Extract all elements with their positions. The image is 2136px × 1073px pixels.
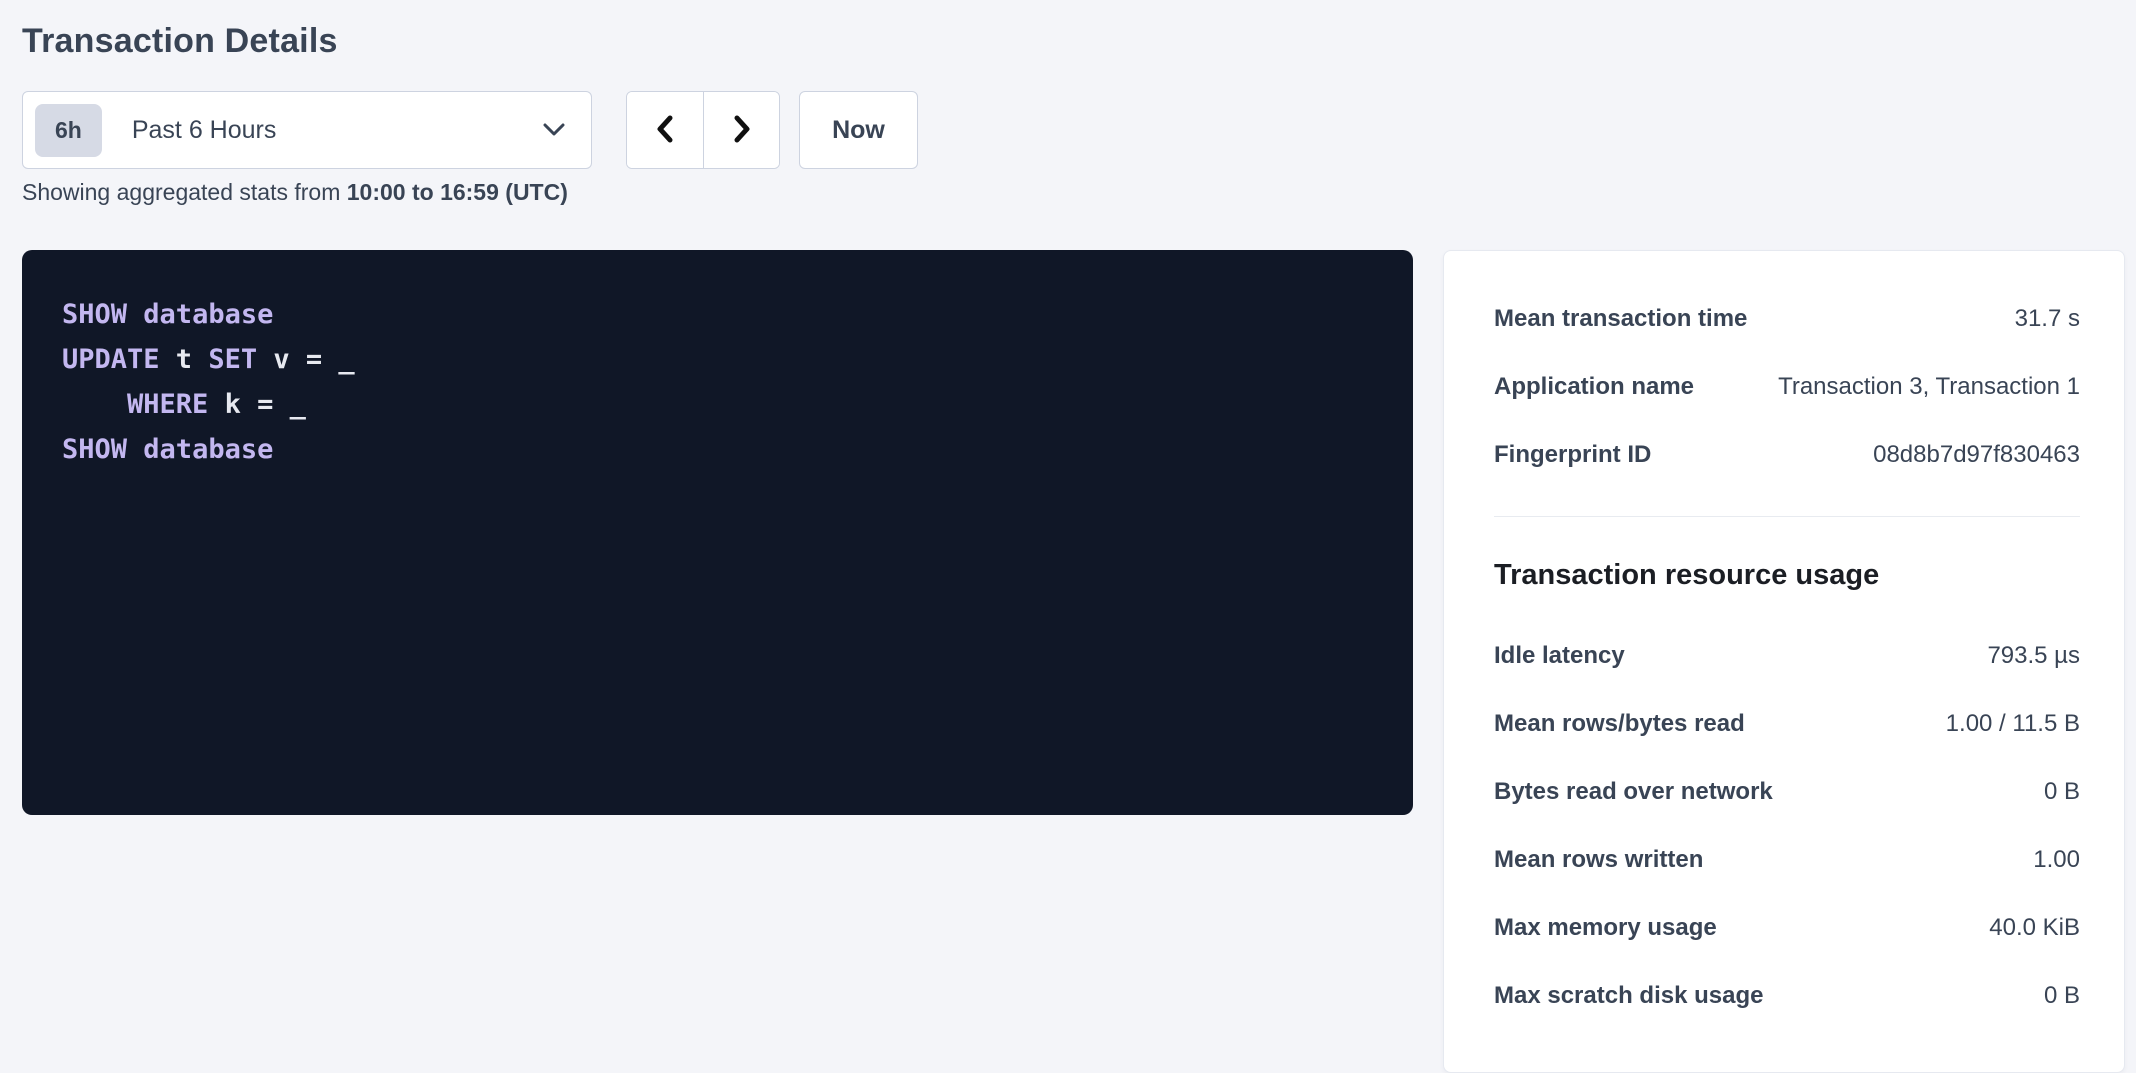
- stat-value: 0 B: [2044, 982, 2080, 1010]
- summary-stats-list: Mean transaction time 31.7 s Application…: [1494, 305, 2080, 473]
- stat-row: Mean rows written 1.00: [1494, 846, 2080, 878]
- stat-label: Mean rows written: [1494, 846, 1703, 874]
- stat-row: Fingerprint ID 08d8b7d97f830463: [1494, 441, 2080, 473]
- sql-statement-box: SHOW databaseUPDATE t SET v = _ WHERE k …: [22, 250, 1413, 815]
- aggregation-window-prefix: Showing aggregated stats from: [22, 179, 347, 205]
- stat-row: Idle latency 793.5 µs: [1494, 642, 2080, 674]
- stat-value: Transaction 3, Transaction 1: [1778, 373, 2080, 401]
- stat-value: 40.0 KiB: [1989, 914, 2080, 942]
- chevron-left-icon: [653, 113, 677, 148]
- stat-label: Mean rows/bytes read: [1494, 710, 1745, 738]
- stat-value: 793.5 µs: [1987, 642, 2080, 670]
- stat-label: Max scratch disk usage: [1494, 982, 1763, 1010]
- stat-value: 1.00: [2033, 846, 2080, 874]
- stat-value: 08d8b7d97f830463: [1873, 441, 2080, 469]
- stat-row: Mean transaction time 31.7 s: [1494, 305, 2080, 337]
- time-range-badge: 6h: [35, 104, 102, 157]
- aggregation-window-range: 10:00 to 16:59 (UTC): [347, 179, 568, 205]
- stat-row: Max scratch disk usage 0 B: [1494, 982, 2080, 1014]
- now-button[interactable]: Now: [799, 91, 918, 169]
- next-interval-button[interactable]: [703, 92, 779, 168]
- stat-value: 31.7 s: [2015, 305, 2080, 333]
- stat-value: 0 B: [2044, 778, 2080, 806]
- stat-label: Max memory usage: [1494, 914, 1717, 942]
- transaction-stats-card: Mean transaction time 31.7 s Application…: [1443, 250, 2125, 1073]
- stat-row: Max memory usage 40.0 KiB: [1494, 914, 2080, 946]
- time-range-label: Past 6 Hours: [132, 116, 543, 145]
- stat-label: Application name: [1494, 373, 1694, 401]
- time-step-button-group: [626, 91, 780, 169]
- sql-code: SHOW databaseUPDATE t SET v = _ WHERE k …: [62, 292, 1373, 472]
- resource-usage-heading: Transaction resource usage: [1494, 559, 2080, 592]
- chevron-right-icon: [730, 113, 754, 148]
- stat-label: Fingerprint ID: [1494, 441, 1651, 469]
- stat-label: Idle latency: [1494, 642, 1625, 670]
- aggregation-window-text: Showing aggregated stats from 10:00 to 1…: [22, 179, 2136, 206]
- sql-line: SHOW database: [62, 427, 1373, 472]
- stat-value: 1.00 / 11.5 B: [1946, 710, 2080, 738]
- stat-row: Application name Transaction 3, Transact…: [1494, 373, 2080, 405]
- stat-row: Mean rows/bytes read 1.00 / 11.5 B: [1494, 710, 2080, 742]
- sql-line: SHOW database: [62, 292, 1373, 337]
- transaction-details-page: Transaction Details 6h Past 6 Hours: [0, 0, 2136, 1073]
- stat-row: Bytes read over network 0 B: [1494, 778, 2080, 810]
- page-title: Transaction Details: [22, 22, 2136, 61]
- stat-label: Mean transaction time: [1494, 305, 1747, 333]
- card-divider: [1494, 516, 2080, 517]
- resource-usage-list: Idle latency 793.5 µs Mean rows/bytes re…: [1494, 642, 2080, 1014]
- time-controls: 6h Past 6 Hours: [22, 91, 2136, 169]
- chevron-down-icon: [543, 123, 565, 137]
- main-content: SHOW databaseUPDATE t SET v = _ WHERE k …: [22, 250, 2136, 1073]
- sql-line: WHERE k = _: [62, 382, 1373, 427]
- stat-label: Bytes read over network: [1494, 778, 1773, 806]
- sql-line: UPDATE t SET v = _: [62, 337, 1373, 382]
- previous-interval-button[interactable]: [627, 92, 703, 168]
- time-range-dropdown[interactable]: 6h Past 6 Hours: [22, 91, 592, 169]
